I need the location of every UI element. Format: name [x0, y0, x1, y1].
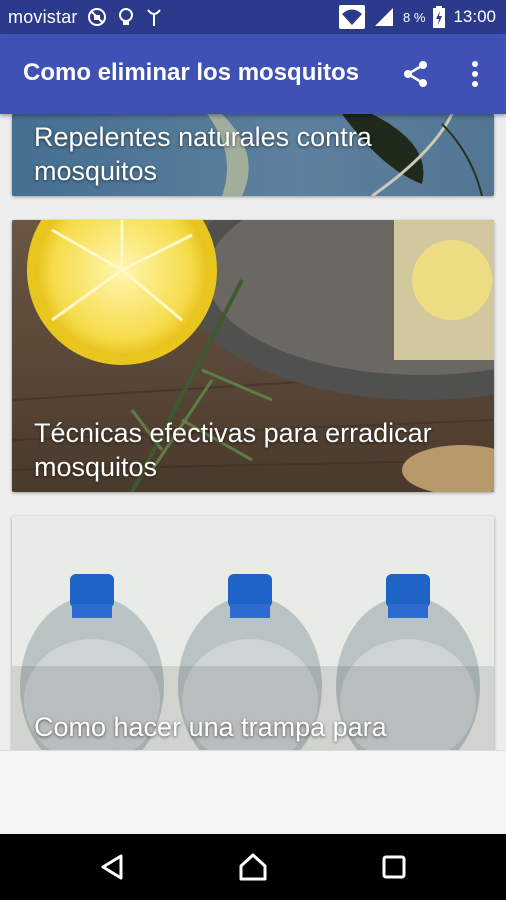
article-title: Técnicas efectivas para erradicar mosqui…: [34, 418, 432, 482]
article-title: Como hacer una trampa para mosquitos: [34, 712, 387, 750]
antenna-icon: [144, 6, 164, 28]
app-toolbar: Como eliminar los mosquitos: [0, 34, 506, 114]
battery-charging-icon: [433, 6, 446, 28]
more-vert-icon: [471, 61, 479, 87]
wifi-icon: [339, 5, 366, 29]
recents-button[interactable]: [374, 847, 414, 887]
ad-banner-area: [0, 750, 506, 835]
signal-icon: [373, 7, 395, 27]
system-nav-bar: [0, 834, 506, 900]
article-list[interactable]: Repelentes naturales contra mosquitos Té…: [0, 114, 506, 750]
article-card[interactable]: Como hacer una trampa para mosquitos: [12, 516, 494, 750]
status-bar-right: 8 % 13:00: [339, 0, 496, 34]
bulb-icon: [116, 6, 136, 28]
home-icon: [238, 852, 268, 882]
article-card[interactable]: Repelentes naturales contra mosquitos: [12, 114, 494, 196]
battery-percent: 8 %: [403, 9, 426, 25]
share-icon: [401, 59, 431, 89]
carrier-name: movistar: [8, 6, 78, 27]
article-card[interactable]: Técnicas efectivas para erradicar mosqui…: [12, 220, 494, 492]
more-options-button[interactable]: [455, 54, 495, 94]
article-title: Repelentes naturales contra mosquitos: [34, 122, 372, 186]
no-sim-icon: [86, 6, 108, 28]
clock: 13:00: [453, 7, 496, 26]
share-button[interactable]: [396, 54, 436, 94]
back-button[interactable]: [92, 847, 132, 887]
status-bar: movistar 8 % 13:00: [0, 0, 506, 34]
home-button[interactable]: [233, 847, 273, 887]
status-bar-left: movistar: [8, 0, 164, 34]
page-title: Como eliminar los mosquitos: [23, 59, 360, 86]
back-icon: [99, 853, 125, 881]
recents-icon: [381, 854, 407, 880]
